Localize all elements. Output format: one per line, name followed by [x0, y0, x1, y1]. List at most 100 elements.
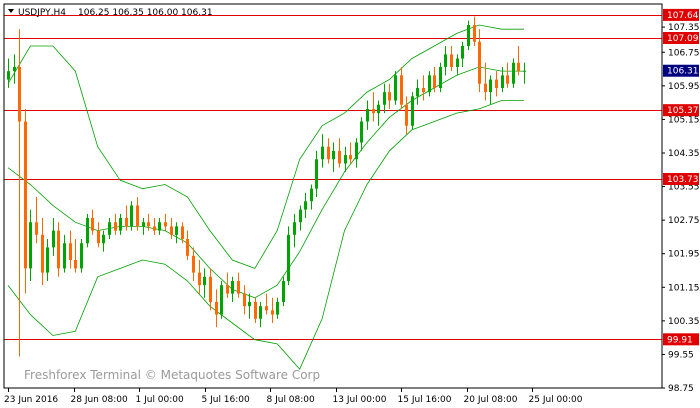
candle-body	[108, 222, 111, 235]
candle-body	[231, 280, 234, 294]
level-price-label: 103.73	[667, 175, 699, 185]
candle-body	[338, 150, 341, 164]
candle-body	[136, 205, 139, 227]
y-tick-label: 101.95	[668, 250, 700, 260]
candle-body	[517, 62, 520, 72]
candle-body	[46, 247, 49, 273]
ohlc-readout: 106.25 106.35 106.00 106.31	[78, 8, 213, 18]
candle-body	[444, 54, 447, 67]
candle-body	[209, 276, 212, 302]
level-price-label: 107.64	[667, 11, 699, 21]
candle-body	[276, 301, 279, 315]
candle-body	[80, 243, 83, 269]
candle-body	[24, 121, 27, 269]
candle-body	[299, 209, 302, 223]
price-chart[interactable]: 107.35106.75105.95105.15104.35103.55102.…	[0, 0, 700, 408]
x-tick-label: 8 Jul 08:00	[267, 395, 316, 405]
candle-body	[366, 108, 369, 122]
candle	[512, 58, 515, 88]
candle-body	[63, 243, 66, 269]
candle-body	[147, 222, 150, 227]
candle-body	[198, 272, 201, 286]
candle-body	[119, 218, 122, 231]
candle-body	[102, 234, 105, 244]
y-tick-label: 106.75	[668, 48, 700, 58]
y-tick-label: 99.55	[668, 350, 694, 360]
candle-body	[170, 226, 173, 235]
candle-body	[512, 62, 515, 84]
y-tick-label: 100.35	[668, 317, 700, 327]
x-tick-label: 23 Jun 2016	[4, 395, 58, 405]
candle-body	[394, 75, 397, 101]
level-price-label: 107.09	[667, 34, 699, 44]
candle-body	[57, 230, 60, 269]
watermark: Freshforex Terminal © Metaquotes Softwar…	[24, 368, 320, 382]
current-price-label: 106.31	[667, 67, 699, 77]
y-tick-label: 102.75	[668, 216, 700, 226]
candle-body	[18, 66, 21, 122]
candle-body	[344, 155, 347, 164]
candle-body	[254, 301, 257, 319]
x-tick-label: 1 Jul 00:00	[136, 395, 185, 405]
x-tick-label: 28 Jun 08:00	[71, 395, 128, 405]
candle-body	[400, 75, 403, 105]
candle-body	[523, 70, 526, 72]
candle-body	[7, 71, 10, 80]
header-legend: USDJPY,H4 106.25 106.35 106.00 106.31	[8, 8, 213, 18]
candle	[24, 108, 27, 294]
symbol-label: USDJPY,H4	[18, 8, 66, 18]
candle	[220, 280, 223, 319]
candle-body	[332, 150, 335, 160]
candle-body	[310, 188, 313, 202]
candle-body	[372, 108, 375, 114]
candle-body	[489, 79, 492, 93]
x-tick-label: 5 Jul 16:00	[202, 395, 251, 405]
candle-body	[327, 146, 330, 160]
candle-body	[478, 41, 481, 84]
candle-body	[355, 142, 358, 160]
candle-body	[360, 121, 363, 143]
candle-body	[495, 79, 498, 88]
y-tick-label: 101.15	[668, 283, 700, 293]
candle-body	[52, 230, 55, 248]
candle-body	[321, 146, 324, 160]
candle-body	[226, 285, 229, 294]
y-tick-label: 105.95	[668, 82, 700, 92]
candle	[86, 213, 89, 248]
candle-body	[484, 83, 487, 93]
candle-body	[125, 218, 128, 227]
candle-body	[315, 159, 318, 189]
candle-body	[158, 222, 161, 231]
candle	[411, 92, 414, 130]
y-tick-label: 104.35	[668, 149, 700, 159]
candle	[467, 20, 470, 51]
candle-body	[506, 75, 509, 84]
candle-body	[450, 54, 453, 67]
candle-body	[473, 24, 476, 42]
y-tick-label: 98.75	[668, 384, 694, 394]
candle-body	[41, 234, 44, 273]
candle-body	[220, 285, 223, 315]
candle-body	[271, 310, 274, 315]
candle-body	[377, 104, 380, 114]
candle-body	[456, 58, 459, 67]
candle-body	[439, 66, 442, 88]
candle-body	[74, 260, 77, 269]
candle-body	[411, 96, 414, 126]
x-tick-label: 20 Jul 08:00	[464, 395, 518, 405]
candle-body	[192, 255, 195, 273]
candle-body	[248, 301, 251, 307]
candle-body	[186, 239, 189, 256]
candle-body	[405, 104, 408, 126]
candle-body	[215, 301, 218, 315]
candle-body	[388, 92, 391, 101]
candle-body	[349, 155, 352, 160]
candle	[287, 226, 290, 286]
candle-body	[175, 226, 178, 235]
x-tick-label: 15 Jul 16:00	[398, 395, 452, 405]
candle-body	[243, 293, 246, 307]
candle-body	[433, 75, 436, 88]
candle-body	[203, 276, 206, 286]
candle	[282, 276, 285, 307]
candle-body	[422, 87, 425, 93]
